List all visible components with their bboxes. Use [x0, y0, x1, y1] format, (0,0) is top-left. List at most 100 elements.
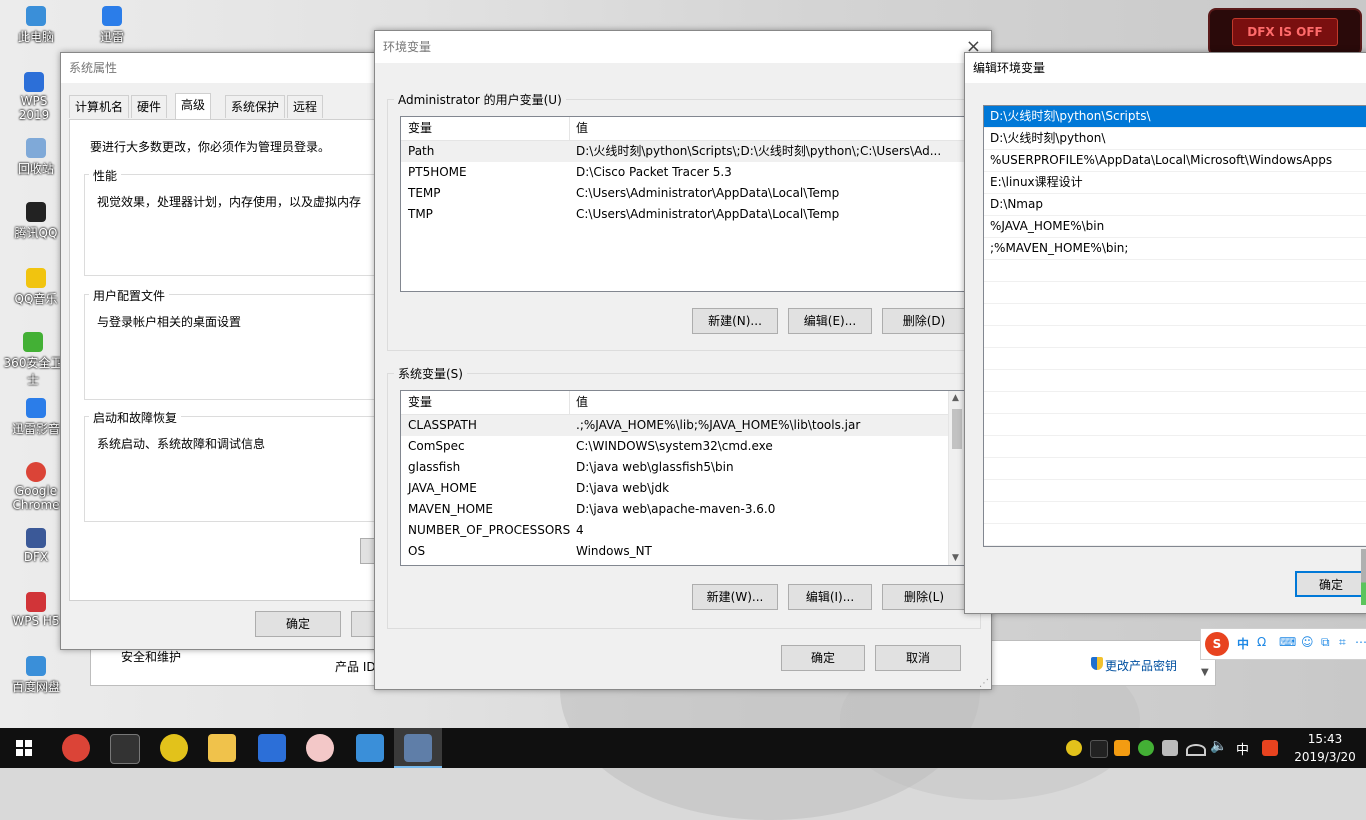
user-new-button[interactable]: 新建(N)...	[692, 308, 778, 334]
user-delete-button[interactable]: 删除(D)	[882, 308, 966, 334]
startup-recovery-title: 启动和故障恢复	[89, 409, 182, 426]
keyboard-icon[interactable]: ⌨	[1279, 635, 1296, 649]
explorer-app-icon[interactable]	[208, 734, 236, 762]
scrollbar-thumb[interactable]	[1361, 549, 1366, 605]
more-icon[interactable]: ⋯	[1355, 635, 1366, 649]
wifi-icon[interactable]	[1186, 744, 1206, 756]
clock[interactable]: 15:43 2019/3/20	[1290, 730, 1360, 766]
start-button[interactable]	[0, 728, 48, 768]
cmd-app-icon[interactable]	[110, 734, 140, 764]
path-entry[interactable]: ;%MAVEN_HOME%\bin;	[984, 238, 1366, 260]
path-entry[interactable]: D:\火线时刻\python\	[984, 128, 1366, 150]
tray-qq-icon[interactable]	[1090, 740, 1108, 758]
user-variables-list[interactable]: 变量 值 Path D:\火线时刻\python\Scripts\;D:\火线时…	[400, 116, 966, 292]
desktop-icon-qq-music[interactable]: QQ音乐	[6, 268, 66, 307]
active-app-highlight[interactable]	[394, 728, 442, 768]
system-variable-row[interactable]: CLASSPATH .;%JAVA_HOME%\lib;%JAVA_HOME%\…	[401, 415, 965, 436]
desktop-icon-dfx[interactable]: DFX	[6, 528, 66, 564]
column-header-variable[interactable]: 变量	[408, 117, 432, 140]
path-entry[interactable]: D:\Nmap	[984, 194, 1366, 216]
desktop-icon-thunder[interactable]: 迅雷	[82, 6, 142, 45]
tab-advanced[interactable]: 高级	[175, 93, 212, 119]
path-entry[interactable]: %JAVA_HOME%\bin	[984, 216, 1366, 238]
edit-env-var-window[interactable]: 编辑环境变量 D:\火线时刻\python\Scripts\ D:\火线时刻\p…	[964, 52, 1366, 614]
desktop-icon-wps[interactable]: WPS 2019	[4, 72, 64, 122]
path-entry[interactable]: %USERPROFILE%\AppData\Local\Microsoft\Wi…	[984, 150, 1366, 172]
sogou-tray-icon[interactable]	[1262, 740, 1278, 756]
crop-icon[interactable]: ⌗	[1339, 635, 1346, 650]
tray-music-icon[interactable]	[1114, 740, 1130, 756]
dfx-widget[interactable]: DFX IS OFF	[1208, 8, 1362, 56]
user-variable-row[interactable]: PT5HOME D:\Cisco Packet Tracer 5.3	[401, 162, 965, 183]
path-entry[interactable]: D:\火线时刻\python\Scripts\	[984, 106, 1366, 128]
edit-env-var-titlebar[interactable]: 编辑环境变量	[965, 53, 1366, 83]
scrollbar-thumb[interactable]	[952, 409, 962, 449]
system-edit-button[interactable]: 编辑(I)...	[788, 584, 872, 610]
system-variables-list[interactable]: 变量 值 CLASSPATH .;%JAVA_HOME%\lib;%JAVA_H…	[400, 390, 966, 566]
app-icon-6[interactable]	[306, 734, 334, 762]
environment-variables-window[interactable]: 环境变量 × Administrator 的用户变量(U) 变量 值 Path …	[374, 30, 992, 690]
tab-computer-name[interactable]: 计算机名	[69, 95, 130, 118]
env-ok-button[interactable]: 确定	[781, 645, 865, 671]
volume-icon[interactable]: 🔈	[1210, 738, 1227, 754]
vs-app-icon[interactable]	[258, 734, 286, 762]
edit-env-ok-button[interactable]: 确定	[1295, 571, 1366, 597]
tray-360-plus-icon[interactable]	[1138, 740, 1154, 756]
resize-grip-icon[interactable]: ⋰	[979, 678, 989, 689]
system-variable-row[interactable]: ComSpec C:\WINDOWS\system32\cmd.exe	[401, 436, 965, 457]
desktop-icon-wps-h5[interactable]: WPS H5	[6, 592, 66, 628]
skin-icon[interactable]: ⧉	[1321, 635, 1330, 650]
desktop-icon-chrome[interactable]: Google Chrome	[6, 462, 66, 512]
system-variable-row[interactable]: glassfish D:\java web\glassfish5\bin	[401, 457, 965, 478]
user-edit-button[interactable]: 编辑(E)...	[788, 308, 872, 334]
tab-hardware[interactable]: 硬件	[131, 95, 168, 118]
column-header-variable[interactable]: 变量	[408, 391, 432, 414]
scroll-down-icon[interactable]: ▼	[952, 553, 959, 563]
desktop-icon-label: 迅雷	[99, 30, 124, 44]
desktop-icon-label: WPS H5	[12, 614, 60, 628]
scroll-up-icon[interactable]: ▲	[952, 393, 959, 403]
scroll-down-icon[interactable]: ▼	[1201, 667, 1209, 678]
sogou-logo-icon[interactable]: S	[1205, 632, 1229, 656]
tray-360-icon[interactable]	[1066, 740, 1082, 756]
ime-indicator[interactable]: 中	[1236, 739, 1249, 758]
system-variable-row[interactable]: OS Windows_NT	[401, 541, 965, 562]
desktop-icon-baidu-pan[interactable]: 百度网盘	[6, 656, 66, 695]
computer-icon	[26, 6, 46, 26]
tab-remote[interactable]: 远程	[287, 95, 324, 118]
sysprops-ok-button[interactable]: 确定	[255, 611, 341, 637]
user-variable-row[interactable]: TMP C:\Users\Administrator\AppData\Local…	[401, 204, 965, 225]
environment-variables-titlebar[interactable]: 环境变量 ×	[375, 31, 991, 63]
desktop-icon-360[interactable]: 360安全卫士	[0, 332, 66, 388]
tab-system-protection[interactable]: 系统保护	[225, 95, 286, 118]
security-maintenance-link[interactable]: 安全和维护	[121, 648, 181, 665]
system-properties-titlebar[interactable]: 系统属性	[61, 53, 391, 83]
chrome-app-icon[interactable]	[62, 734, 90, 762]
system-variable-row[interactable]: JAVA_HOME D:\java web\jdk	[401, 478, 965, 499]
control-panel-app-icon[interactable]	[356, 734, 384, 762]
symbol-icon[interactable]: Ω	[1257, 635, 1266, 649]
column-header-value[interactable]: 值	[576, 391, 588, 414]
emoji-icon[interactable]: ☺	[1301, 635, 1314, 649]
change-product-key-link[interactable]: 更改产品密钥	[1105, 657, 1177, 674]
user-variable-row[interactable]: TEMP C:\Users\Administrator\AppData\Loca…	[401, 183, 965, 204]
system-variable-row[interactable]: NUMBER_OF_PROCESSORS 4	[401, 520, 965, 541]
user-variable-row[interactable]: Path D:\火线时刻\python\Scripts\;D:\火线时刻\pyt…	[401, 141, 965, 162]
tray-battery-icon[interactable]	[1162, 740, 1178, 756]
desktop-icon-this-pc[interactable]: 此电脑	[6, 6, 66, 45]
system-delete-button[interactable]: 删除(L)	[882, 584, 966, 610]
path-entries-list[interactable]: D:\火线时刻\python\Scripts\ D:\火线时刻\python\ …	[983, 105, 1366, 547]
system-variable-row[interactable]: MAVEN_HOME D:\java web\apache-maven-3.6.…	[401, 499, 965, 520]
system-new-button[interactable]: 新建(W)...	[692, 584, 778, 610]
desktop-icon-thunder-player[interactable]: 迅雷影音	[6, 398, 66, 437]
360-app-icon[interactable]	[160, 734, 188, 762]
desktop-icon-qq[interactable]: 腾讯QQ	[6, 202, 66, 241]
system-properties-window[interactable]: 系统属性 计算机名 硬件 高级 系统保护 远程 要进行大多数更改，你必须作为管理…	[60, 52, 400, 650]
column-header-value[interactable]: 值	[576, 117, 588, 140]
system-list-scrollbar[interactable]: ▲ ▼	[948, 391, 965, 565]
path-entry[interactable]: E:\linux课程设计	[984, 172, 1366, 194]
desktop-icon-recycle-bin[interactable]: 回收站	[6, 138, 66, 177]
chinese-mode-icon[interactable]: 中	[1237, 635, 1249, 652]
env-cancel-button[interactable]: 取消	[875, 645, 961, 671]
ime-toolbar[interactable]: S 中 Ω ⌨ ☺ ⧉ ⌗ ⋯	[1200, 628, 1366, 660]
